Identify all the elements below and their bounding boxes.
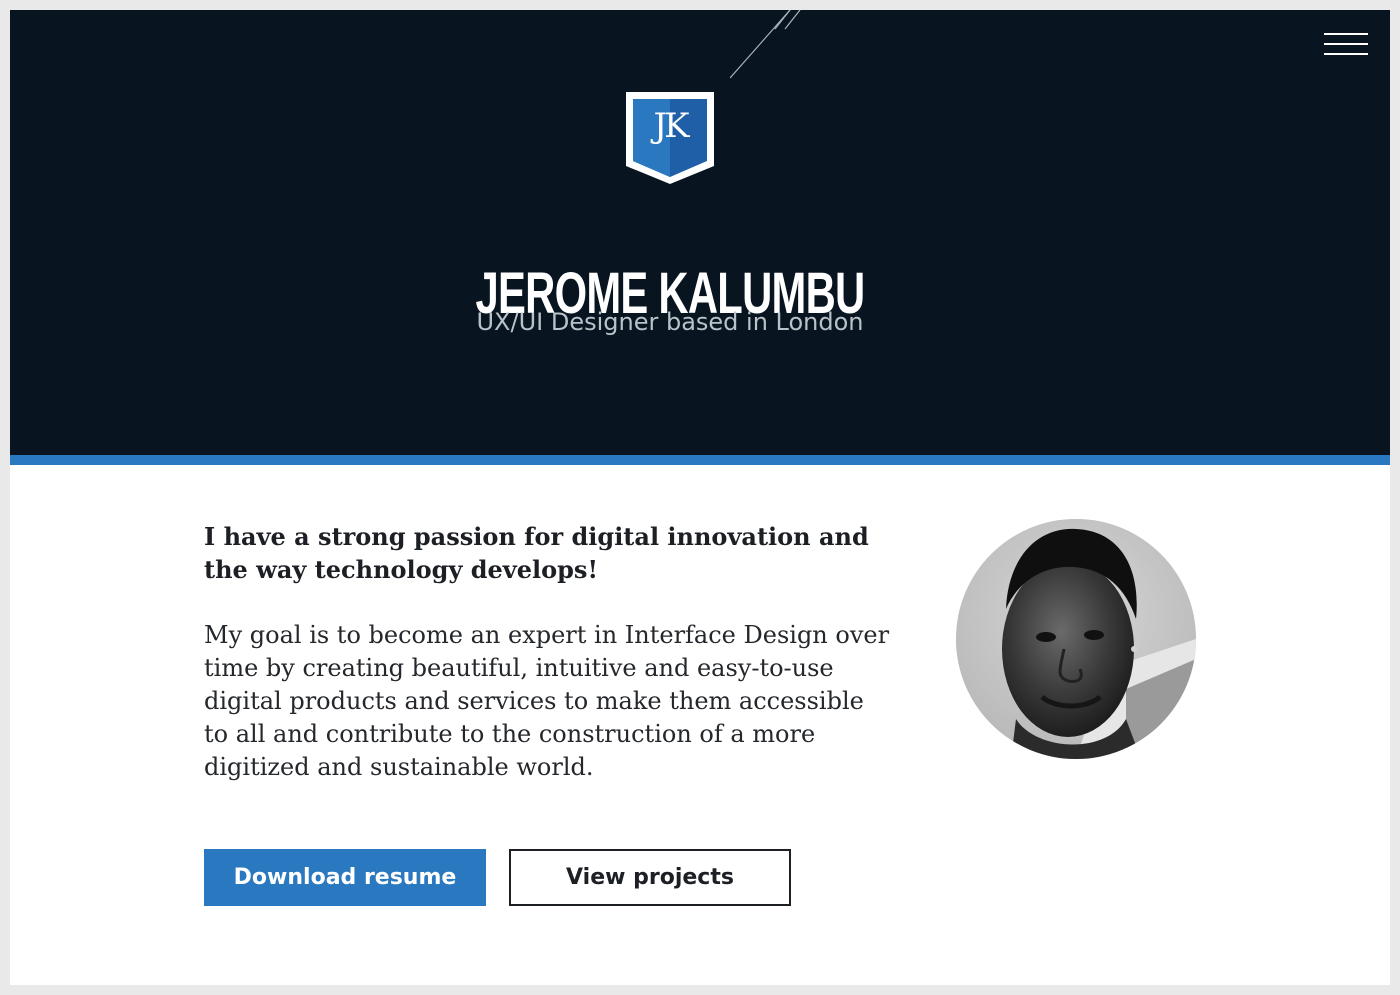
- page-subtitle: UX/UI Designer based in London: [476, 308, 864, 336]
- decorative-lines: [730, 10, 801, 79]
- profile-photo: [956, 519, 1196, 759]
- page-frame: JK JEROME KALUMBU UX/UI Designer based i…: [10, 10, 1390, 985]
- hero-header: JK JEROME KALUMBU UX/UI Designer based i…: [10, 10, 1390, 455]
- logo-initials: JK: [653, 106, 689, 146]
- intro-paragraph: My goal is to become an expert in Interf…: [204, 621, 890, 781]
- download-resume-button[interactable]: Download resume: [204, 849, 486, 906]
- avatar-portrait: [956, 519, 1196, 759]
- logo[interactable]: JK: [624, 90, 716, 186]
- view-projects-button[interactable]: View projects: [509, 849, 791, 906]
- accent-divider: [10, 455, 1390, 465]
- intro-heading: I have a strong passion for digital inno…: [204, 522, 869, 584]
- menu-button[interactable]: [1320, 30, 1368, 60]
